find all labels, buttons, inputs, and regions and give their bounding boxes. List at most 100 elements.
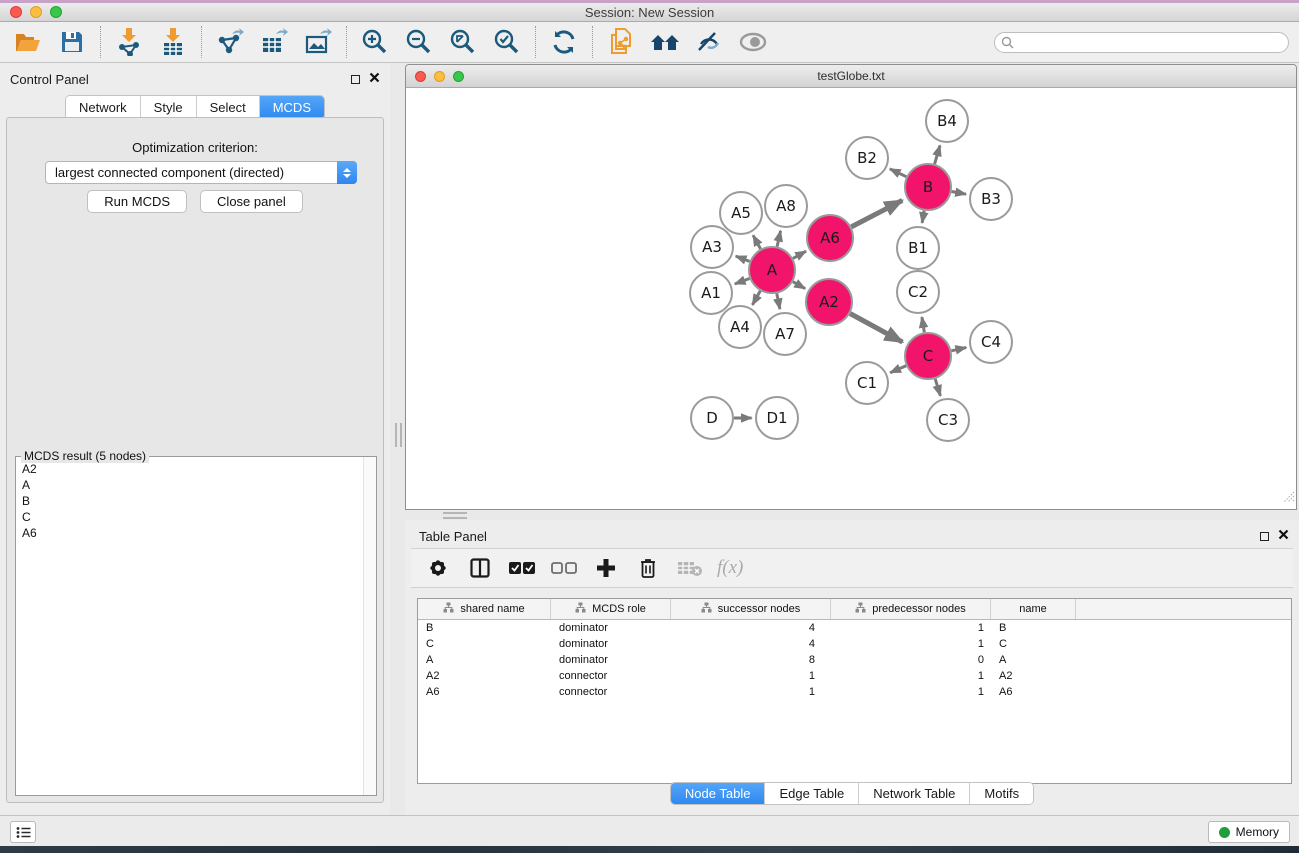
column-layout-icon[interactable] [465, 553, 495, 583]
graph-node-B3[interactable]: B3 [970, 178, 1012, 220]
table-cell[interactable]: B [991, 622, 1076, 634]
criterion-select[interactable]: largest connected component (directed) [45, 161, 357, 184]
graph-node-D[interactable]: D [691, 397, 733, 439]
column-header-successor-nodes[interactable]: successor nodes [671, 599, 831, 619]
table-cell[interactable]: C [991, 638, 1076, 650]
export-table-icon[interactable] [256, 26, 292, 58]
graph-edge-B-B1[interactable] [922, 211, 924, 223]
graph-edge-A6-B[interactable] [851, 200, 902, 227]
graph-node-B4[interactable]: B4 [926, 100, 968, 142]
window-resize-grip[interactable] [1281, 489, 1295, 508]
zoom-fit-icon[interactable] [445, 26, 481, 58]
graph-edge-A-A5[interactable] [753, 235, 760, 249]
refresh-layout-icon[interactable] [546, 26, 582, 58]
graph-edge-A-A6[interactable] [793, 251, 806, 258]
close-window-button[interactable] [10, 6, 22, 18]
table-cell[interactable]: dominator [551, 622, 671, 634]
delete-column-icon[interactable] [633, 553, 663, 583]
network-minimize-button[interactable] [434, 71, 445, 82]
graph-node-D1[interactable]: D1 [756, 397, 798, 439]
result-list-item[interactable]: A2 [22, 461, 362, 477]
graph-edge-B-B2[interactable] [890, 169, 906, 177]
node-table[interactable]: shared nameMCDS rolesuccessor nodesprede… [417, 598, 1292, 784]
network-window-titlebar[interactable]: testGlobe.txt [406, 65, 1296, 88]
graph-edge-A-A1[interactable] [735, 279, 750, 285]
export-network-icon[interactable] [212, 26, 248, 58]
open-session-icon[interactable] [10, 26, 46, 58]
float-table-panel-icon[interactable] [1260, 532, 1269, 541]
tab-edge-table[interactable]: Edge Table [765, 783, 859, 804]
graph-edge-A-A4[interactable] [752, 291, 760, 305]
graph-node-B1[interactable]: B1 [897, 227, 939, 269]
zoom-in-icon[interactable] [357, 26, 393, 58]
table-cell[interactable]: dominator [551, 654, 671, 666]
node-table-header[interactable]: shared nameMCDS rolesuccessor nodesprede… [418, 599, 1291, 620]
result-scrollbar[interactable] [363, 457, 376, 795]
zoom-out-icon[interactable] [401, 26, 437, 58]
table-cell[interactable]: C [418, 638, 551, 650]
graph-node-C2[interactable]: C2 [897, 271, 939, 313]
graph-edge-A-A7[interactable] [777, 294, 780, 310]
graph-edge-B-B3[interactable] [952, 192, 966, 195]
horizontal-split-divider[interactable] [443, 512, 467, 519]
hide-selected-icon[interactable] [691, 26, 727, 58]
table-cell[interactable]: 1 [831, 686, 991, 698]
function-builder-icon[interactable]: f(x) [717, 557, 743, 579]
graph-edge-C-C4[interactable] [951, 348, 966, 351]
graph-node-B2[interactable]: B2 [846, 137, 888, 179]
import-table-icon[interactable] [155, 26, 191, 58]
select-all-rows-icon[interactable] [507, 553, 537, 583]
tab-network-table[interactable]: Network Table [859, 783, 970, 804]
deselect-all-rows-icon[interactable] [549, 553, 579, 583]
table-cell[interactable]: dominator [551, 638, 671, 650]
tab-select[interactable]: Select [197, 96, 260, 119]
result-list-item[interactable]: A6 [22, 525, 362, 541]
minimize-window-button[interactable] [30, 6, 42, 18]
float-panel-icon[interactable] [351, 75, 360, 84]
graph-edge-A-A8[interactable] [777, 231, 781, 247]
graph-node-C[interactable]: C [905, 333, 951, 379]
column-header-name[interactable]: name [991, 599, 1076, 619]
zoom-selected-icon[interactable] [489, 26, 525, 58]
graph-node-A1[interactable]: A1 [690, 272, 732, 314]
graph-node-A5[interactable]: A5 [720, 192, 762, 234]
table-cell[interactable]: 1 [831, 622, 991, 634]
graph-node-A4[interactable]: A4 [719, 306, 761, 348]
result-list-item[interactable]: C [22, 509, 362, 525]
save-session-icon[interactable] [54, 26, 90, 58]
run-mcds-button[interactable]: Run MCDS [87, 190, 187, 213]
zoom-window-button[interactable] [50, 6, 62, 18]
tab-network[interactable]: Network [66, 96, 141, 119]
node-table-body[interactable]: Bdominator41BCdominator41CAdominator80AA… [418, 620, 1291, 700]
table-cell[interactable]: 0 [831, 654, 991, 666]
table-row[interactable]: Adominator80A [418, 652, 1291, 668]
network-close-button[interactable] [415, 71, 426, 82]
close-table-panel-icon[interactable] [1278, 527, 1289, 545]
tab-mcds[interactable]: MCDS [260, 96, 324, 119]
close-panel-icon[interactable] [369, 70, 380, 88]
table-cell[interactable]: connector [551, 686, 671, 698]
table-cell[interactable]: 1 [671, 686, 831, 698]
graph-node-A7[interactable]: A7 [764, 313, 806, 355]
show-all-networks-icon[interactable] [647, 26, 683, 58]
table-cell[interactable]: connector [551, 670, 671, 682]
table-row[interactable]: Bdominator41B [418, 620, 1291, 636]
graph-node-A8[interactable]: A8 [765, 185, 807, 227]
tab-motifs[interactable]: Motifs [970, 783, 1033, 804]
column-header-predecessor-nodes[interactable]: predecessor nodes [831, 599, 991, 619]
table-cell[interactable]: 1 [831, 670, 991, 682]
graph-node-C3[interactable]: C3 [927, 399, 969, 441]
memory-button[interactable]: Memory [1208, 821, 1290, 843]
table-cell[interactable]: 8 [671, 654, 831, 666]
table-cell[interactable]: A [991, 654, 1076, 666]
tab-style[interactable]: Style [141, 96, 197, 119]
duplicate-network-icon[interactable] [603, 26, 639, 58]
show-selected-icon[interactable] [735, 26, 771, 58]
table-row[interactable]: A6connector11A6 [418, 684, 1291, 700]
graph-node-C1[interactable]: C1 [846, 362, 888, 404]
graph-node-C4[interactable]: C4 [970, 321, 1012, 363]
column-header-MCDS-role[interactable]: MCDS role [551, 599, 671, 619]
network-canvas[interactable]: AA1A2A3A4A5A6A7A8BB1B2B3B4CC1C2C3C4DD1 [406, 88, 1296, 509]
table-cell[interactable]: A6 [991, 686, 1076, 698]
import-network-icon[interactable] [111, 26, 147, 58]
